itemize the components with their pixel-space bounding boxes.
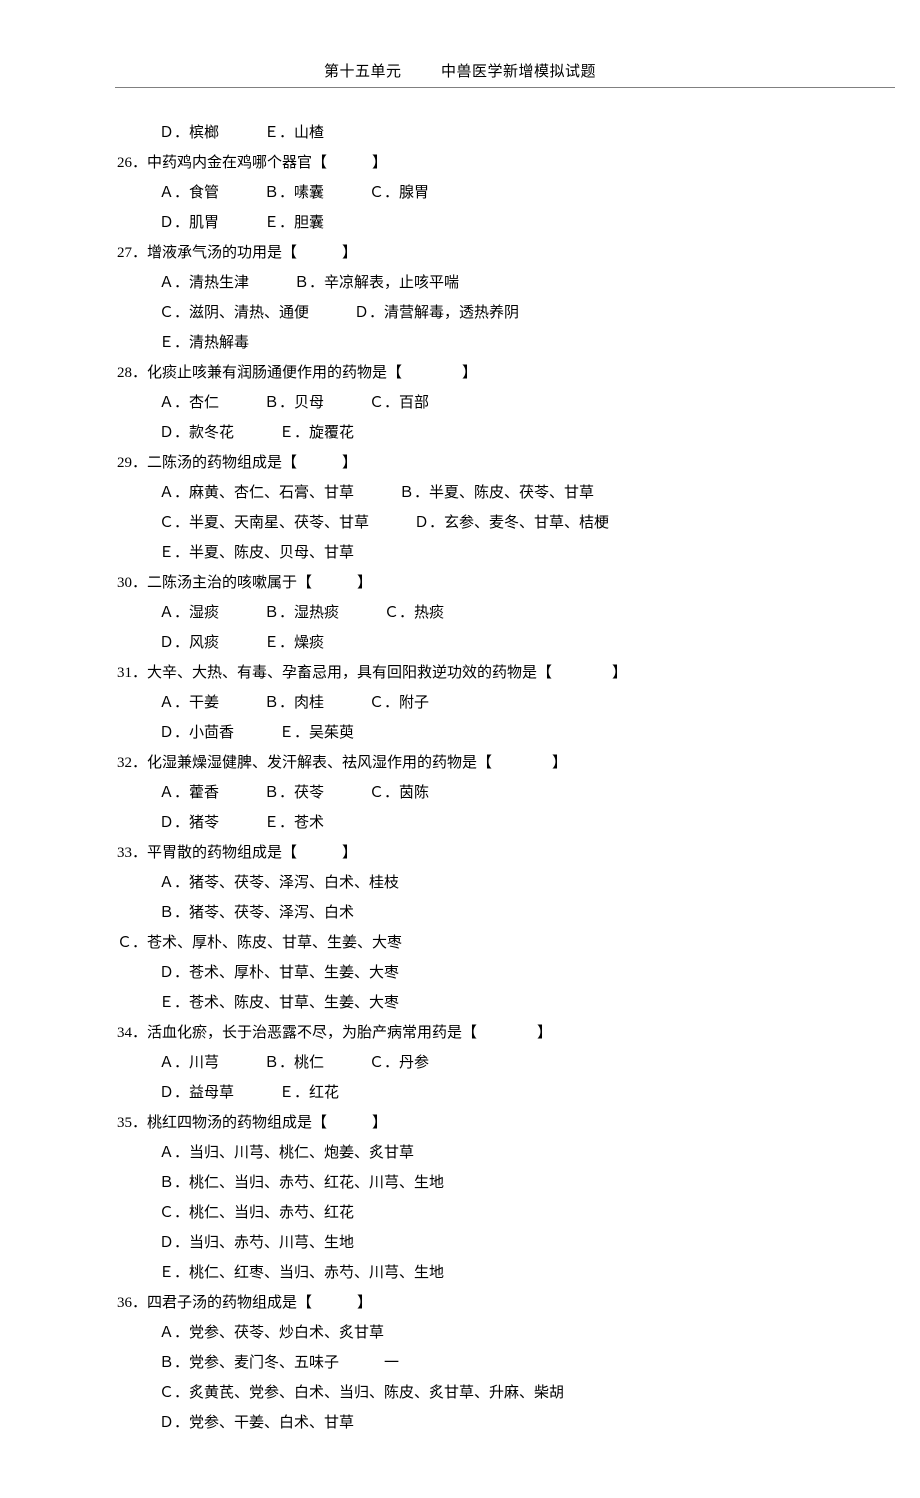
q33-opt-e: Ｅ．苍术、陈皮、甘草、生姜、大枣 [159,988,805,1018]
q35-opt-b: Ｂ．桃仁、当归、赤芍、红花、川芎、生地 [159,1168,805,1198]
q28-opts-de: Ｄ．款冬花 Ｅ．旋覆花 [159,418,805,448]
q33-opt-d: Ｄ．苍术、厚朴、甘草、生姜、大枣 [159,958,805,988]
q36-stem: 36．四君子汤的药物组成是【 】 [117,1288,805,1318]
q29-stem: 29．二陈汤的药物组成是【 】 [117,448,805,478]
q26-stem: 26．中药鸡内金在鸡哪个器官【 】 [117,148,805,178]
q27-opt-e: Ｅ．清热解毒 [159,328,805,358]
q33-opt-c: Ｃ．苍术、厚朴、陈皮、甘草、生姜、大枣 [117,928,805,958]
header-rule [115,87,895,88]
q32-opts-abc: Ａ．藿香 Ｂ．茯苓 Ｃ．茵陈 [159,778,805,808]
header-title: 中兽医学新增模拟试题 [441,64,596,80]
q29-opt-cd: Ｃ．半夏、天南星、茯苓、甘草 Ｄ．玄参、麦冬、甘草、桔梗 [159,508,805,538]
q30-opts-abc: Ａ．湿痰 Ｂ．湿热痰 Ｃ．热痰 [159,598,805,628]
q27-opt-cd: Ｃ．滋阴、清热、通便 Ｄ．清营解毒，透热养阴 [159,298,805,328]
q31-opts-de: Ｄ．小茴香 Ｅ．吴茱萸 [159,718,805,748]
q36-opt-a: Ａ．党参、茯苓、炒白术、炙甘草 [159,1318,805,1348]
q35-stem: 35．桃红四物汤的药物组成是【 】 [117,1108,805,1138]
header-sep [406,64,437,80]
q30-stem: 30．二陈汤主治的咳嗽属于【 】 [117,568,805,598]
q27-opt-ab: Ａ．清热生津 Ｂ．辛凉解表，止咳平喘 [159,268,805,298]
q36-opt-d: Ｄ．党参、干姜、白术、甘草 [159,1408,805,1438]
q35-opt-c: Ｃ．桃仁、当归、赤芍、红花 [159,1198,805,1228]
q34-opts-abc: Ａ．川芎 Ｂ．桃仁 Ｃ．丹参 [159,1048,805,1078]
q35-opt-a: Ａ．当归、川芎、桃仁、炮姜、炙甘草 [159,1138,805,1168]
page-header: 第十五单元 中兽医学新增模拟试题 [115,60,805,81]
q33-opt-b: Ｂ．猪苓、茯苓、泽泻、白术 [159,898,805,928]
q35-opt-d: Ｄ．当归、赤芍、川芎、生地 [159,1228,805,1258]
q26-opts-abc: Ａ．食管 Ｂ．嗉囊 Ｃ．腺胃 [159,178,805,208]
q31-opts-abc: Ａ．干姜 Ｂ．肉桂 Ｃ．附子 [159,688,805,718]
exam-content: Ｄ．槟榔 Ｅ．山楂 26．中药鸡内金在鸡哪个器官【 】 Ａ．食管 Ｂ．嗉囊 Ｃ．… [115,118,805,1438]
q28-stem: 28．化痰止咳兼有润肠通便作用的药物是【 】 [117,358,805,388]
q29-opt-ab: Ａ．麻黄、杏仁、石膏、甘草 Ｂ．半夏、陈皮、茯苓、甘草 [159,478,805,508]
q30-opts-de: Ｄ．风痰 Ｅ．燥痰 [159,628,805,658]
q34-stem: 34．活血化瘀，长于治恶露不尽，为胎产病常用药是【 】 [117,1018,805,1048]
q32-stem: 32．化湿兼燥湿健脾、发汗解表、祛风湿作用的药物是【 】 [117,748,805,778]
q28-opts-abc: Ａ．杏仁 Ｂ．贝母 Ｃ．百部 [159,388,805,418]
q35-opt-e: Ｅ．桃仁、红枣、当归、赤芍、川芎、生地 [159,1258,805,1288]
q33-opt-a: Ａ．猪苓、茯苓、泽泻、白术、桂枝 [159,868,805,898]
q36-opt-b: Ｂ．党参、麦门冬、五味子 一 [159,1348,805,1378]
header-unit: 第十五单元 [324,64,402,80]
q36-opt-c: Ｃ．炙黄芪、党参、白术、当归、陈皮、炙甘草、升麻、柴胡 [159,1378,805,1408]
q31-stem: 31．大辛、大热、有毒、孕畜忌用，具有回阳救逆功效的药物是【 】 [117,658,805,688]
q25-opts-de: Ｄ．槟榔 Ｅ．山楂 [159,118,805,148]
q27-stem: 27．增液承气汤的功用是【 】 [117,238,805,268]
q29-opt-e: Ｅ．半夏、陈皮、贝母、甘草 [159,538,805,568]
q32-opts-de: Ｄ．猪苓 Ｅ．苍术 [159,808,805,838]
q33-stem: 33．平胃散的药物组成是【 】 [117,838,805,868]
q26-opts-de: Ｄ．肌胃 Ｅ．胆囊 [159,208,805,238]
q34-opts-de: Ｄ．益母草 Ｅ．红花 [159,1078,805,1108]
